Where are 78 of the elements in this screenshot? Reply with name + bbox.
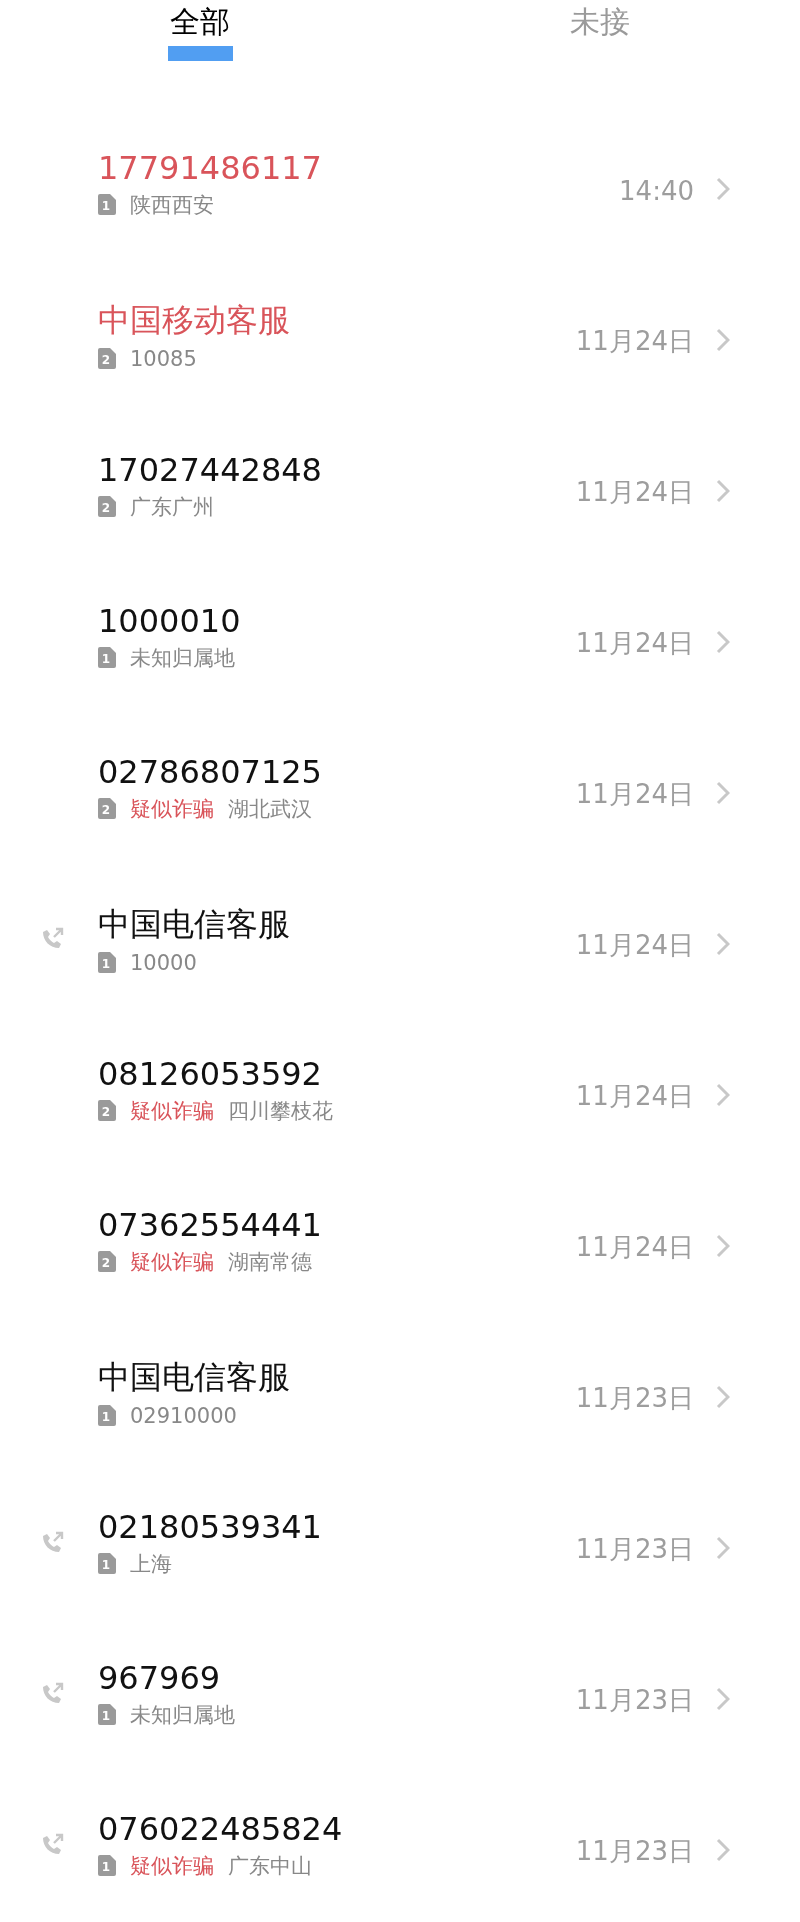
call-row[interactable]: 中国移动客服 2 10085 11月24日 [0,259,800,410]
call-detail: 广东中山 [228,1852,312,1880]
call-row[interactable]: 08126053592 2 疑似诈骗 四川攀枝花 11月24日 [0,1014,800,1165]
sim-card-icon: 2 [98,496,116,517]
chevron-right-icon[interactable] [716,780,730,805]
call-row[interactable]: 中国电信客服 1 02910000 11月23日 [0,1316,800,1467]
call-time: 11月23日 [575,1835,694,1868]
call-row[interactable]: 967969 1 未知归属地 11月23日 [0,1618,800,1769]
chevron-right-icon[interactable] [716,629,730,654]
contact-name: 08126053592 [98,1054,323,1093]
call-detail: 02910000 [130,1403,237,1428]
call-row[interactable]: 中国电信客服 1 10000 11月24日 [0,863,800,1014]
contact-name: 中国移动客服 [98,299,291,341]
sim-card-icon: 1 [98,1855,116,1876]
call-row[interactable]: 17027442848 2 广东广州 11月24日 [0,410,800,561]
call-detail: 湖南常德 [228,1248,312,1276]
sim-card-icon: 1 [98,952,116,973]
fraud-warning: 疑似诈骗 [130,1852,214,1880]
call-time: 11月23日 [575,1382,694,1415]
tab-indicator [167,46,233,61]
fraud-warning: 疑似诈骗 [130,1248,214,1276]
call-row[interactable]: 076022485824 1 疑似诈骗 广东中山 11月23日 [0,1769,800,1920]
sim-card-icon: 1 [98,1553,116,1574]
call-row[interactable]: 17791486117 1 陕西西安 14:40 [0,108,800,259]
contact-name: 02180539341 [98,1507,323,1546]
chevron-right-icon[interactable] [716,1686,730,1711]
contact-name: 17791486117 [98,148,323,187]
call-time: 14:40 [619,175,694,206]
chevron-right-icon[interactable] [716,1837,730,1862]
call-detail: 未知归属地 [130,644,235,672]
sim-card-icon: 1 [98,194,116,215]
chevron-right-icon[interactable] [716,478,730,503]
call-detail: 10085 [130,346,197,371]
call-detail: 10000 [130,950,197,975]
fraud-warning: 疑似诈骗 [130,1097,214,1125]
call-time: 11月24日 [575,929,694,962]
call-row[interactable]: 07362554441 2 疑似诈骗 湖南常德 11月24日 [0,1165,800,1316]
contact-name: 076022485824 [98,1809,344,1848]
call-row[interactable]: 02786807125 2 疑似诈骗 湖北武汉 11月24日 [0,712,800,863]
chevron-right-icon[interactable] [716,931,730,956]
contact-name: 中国电信客服 [98,1356,291,1398]
call-time: 11月24日 [575,476,694,509]
chevron-right-icon[interactable] [716,1233,730,1258]
call-row[interactable]: 1000010 1 未知归属地 11月24日 [0,561,800,712]
contact-name: 07362554441 [98,1205,323,1244]
call-time: 11月23日 [575,1533,694,1566]
call-detail: 湖北武汉 [228,795,312,823]
call-detail: 陕西西安 [130,191,214,219]
chevron-right-icon[interactable] [716,1535,730,1560]
sim-card-icon: 2 [98,798,116,819]
fraud-warning: 疑似诈骗 [130,795,214,823]
chevron-right-icon[interactable] [716,1384,730,1409]
chevron-right-icon[interactable] [716,1082,730,1107]
contact-name: 17027442848 [98,450,323,489]
call-detail: 上海 [130,1550,172,1578]
chevron-right-icon[interactable] [716,176,730,201]
contact-name: 02786807125 [98,752,323,791]
sim-card-icon: 1 [98,647,116,668]
tab[interactable]: 全部 [168,0,232,44]
call-detail: 广东广州 [130,493,214,521]
call-detail: 四川攀枝花 [228,1097,333,1125]
contact-name: 967969 [98,1658,222,1697]
sim-card-icon: 1 [98,1405,116,1426]
contact-name: 中国电信客服 [98,903,291,945]
contact-name: 1000010 [98,601,242,640]
call-time: 11月24日 [575,778,694,811]
chevron-right-icon[interactable] [716,327,730,352]
call-detail: 未知归属地 [130,1701,235,1729]
sim-card-icon: 2 [98,1100,116,1121]
call-row[interactable]: 02180539341 1 上海 11月23日 [0,1467,800,1618]
call-time: 11月24日 [575,1080,694,1113]
sim-card-icon: 2 [98,1251,116,1272]
call-time: 11月24日 [575,1231,694,1264]
sim-card-icon: 2 [98,348,116,369]
call-time: 11月24日 [575,325,694,358]
call-time: 11月24日 [575,627,694,660]
sim-card-icon: 1 [98,1704,116,1725]
call-time: 11月23日 [575,1684,694,1717]
